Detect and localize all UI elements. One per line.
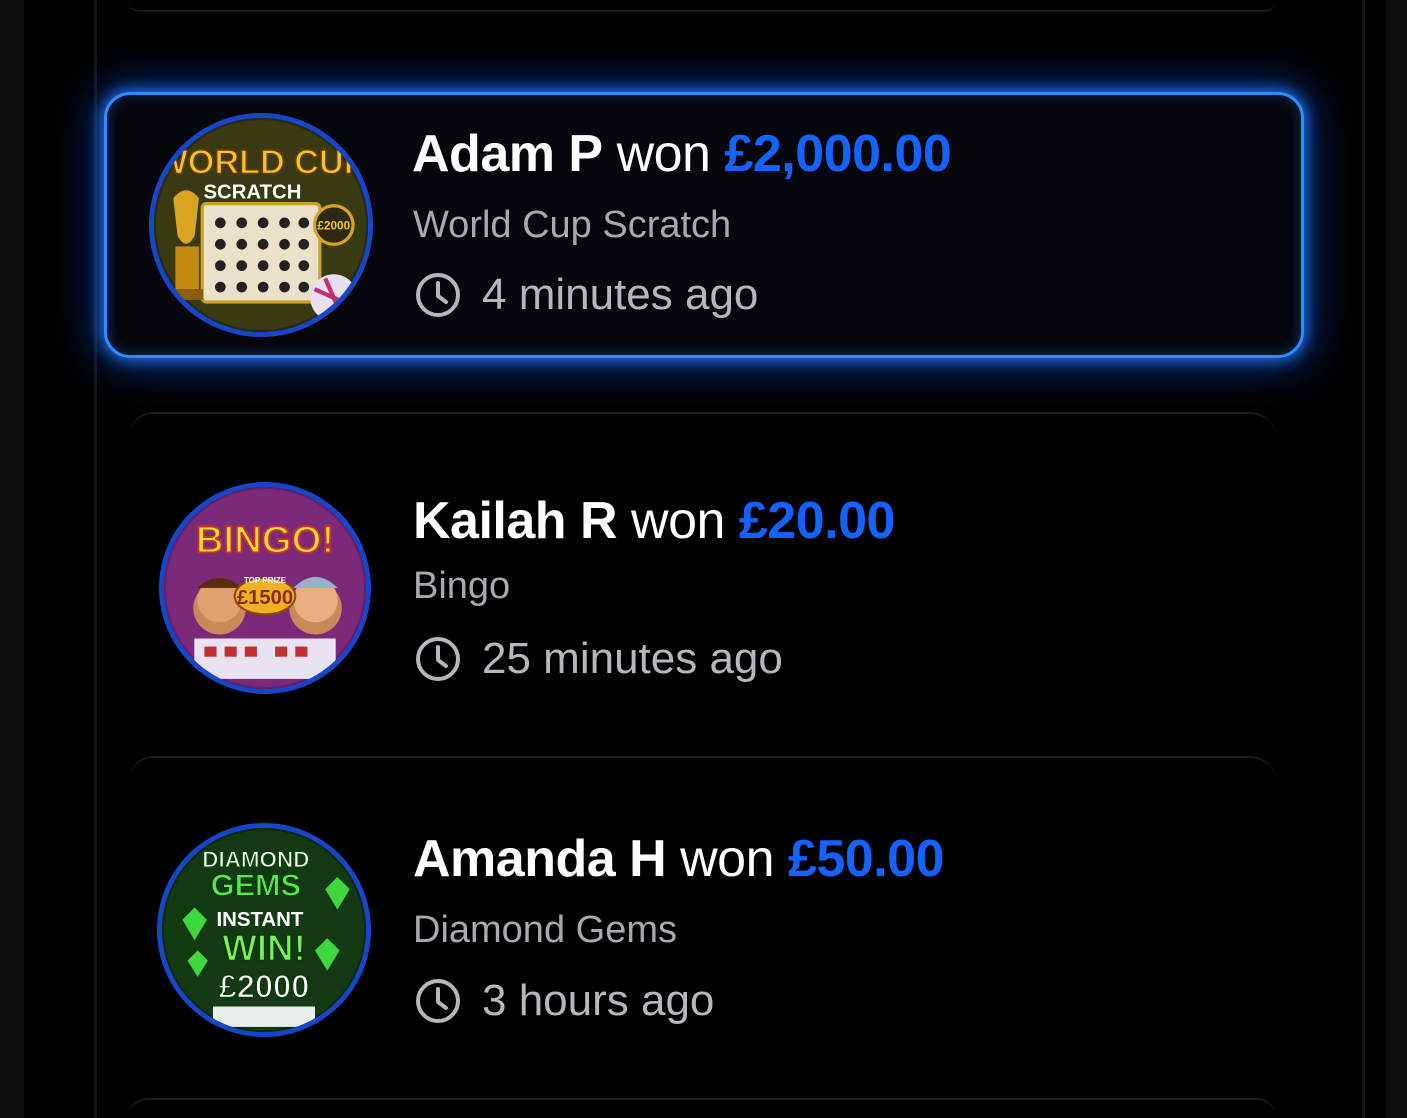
thumb-subtitle-text: GEMS	[211, 868, 301, 902]
won-label: won	[616, 125, 711, 183]
time-ago-text: 3 hours ago	[482, 976, 715, 1025]
thumb-prize-text: £1500	[237, 587, 293, 609]
clock-icon	[416, 273, 460, 317]
winner-headline: Kailah R won £20.00	[413, 491, 895, 551]
thumb-title-text: BINGO!	[196, 519, 335, 562]
time-ago-row: 25 minutes ago	[414, 634, 783, 684]
thumb-win-text: WIN!	[222, 928, 306, 969]
app-background: WORLD CUP SCRATCH £2000 Adam P won £2,00…	[0, 0, 1407, 1118]
game-thumbnail-bingo[interactable]: BINGO! TOP PRIZE £1500	[159, 482, 371, 694]
winner-headline: Adam P won £2,000.00	[412, 124, 952, 184]
time-ago-row: 3 hours ago	[414, 976, 714, 1026]
winner-name: Kailah R	[413, 492, 618, 550]
game-name: World Cup Scratch	[413, 204, 732, 246]
thumb-subtitle-text: TOP PRIZE	[244, 576, 287, 585]
won-label: won	[680, 830, 775, 888]
thumb-prize-text: £2000	[317, 219, 350, 232]
previous-card-edge	[128, 0, 1276, 12]
world-cup-scratch-thumbnail-art: WORLD CUP SCRATCH £2000	[154, 118, 368, 332]
diamond-gems-thumbnail-art: DIAMOND GEMS INSTANT WIN! £2000	[162, 828, 366, 1032]
win-amount: £2,000.00	[724, 125, 952, 183]
winner-name: Adam P	[412, 125, 603, 183]
win-amount: £50.00	[787, 830, 945, 888]
time-ago-text: 4 minutes ago	[482, 270, 759, 319]
win-amount: £20.00	[738, 492, 896, 550]
game-name: Bingo	[413, 565, 511, 607]
winner-headline: Amanda H won £50.00	[413, 829, 945, 889]
won-label: won	[631, 492, 725, 550]
panel-left-border	[94, 0, 97, 1118]
next-winner-card-edge	[128, 1098, 1276, 1118]
thumb-subtitle-text: SCRATCH	[204, 181, 302, 203]
bingo-thumbnail-art: BINGO! TOP PRIZE £1500	[164, 487, 366, 689]
winner-name: Amanda H	[413, 830, 667, 888]
thumb-title-text: WORLD CUP	[155, 144, 366, 182]
game-thumbnail-diamond-gems[interactable]: DIAMOND GEMS INSTANT WIN! £2000	[157, 823, 371, 1037]
time-ago-text: 25 minutes ago	[482, 634, 783, 683]
clock-icon	[416, 979, 460, 1023]
game-name: Diamond Gems	[413, 909, 677, 951]
clock-icon	[416, 637, 460, 681]
game-thumbnail-world-cup-scratch[interactable]: WORLD CUP SCRATCH £2000	[149, 113, 373, 337]
time-ago-row: 4 minutes ago	[414, 270, 758, 320]
thumb-prize-text: £2000	[219, 967, 310, 1004]
panel-right-border	[1362, 0, 1365, 1118]
